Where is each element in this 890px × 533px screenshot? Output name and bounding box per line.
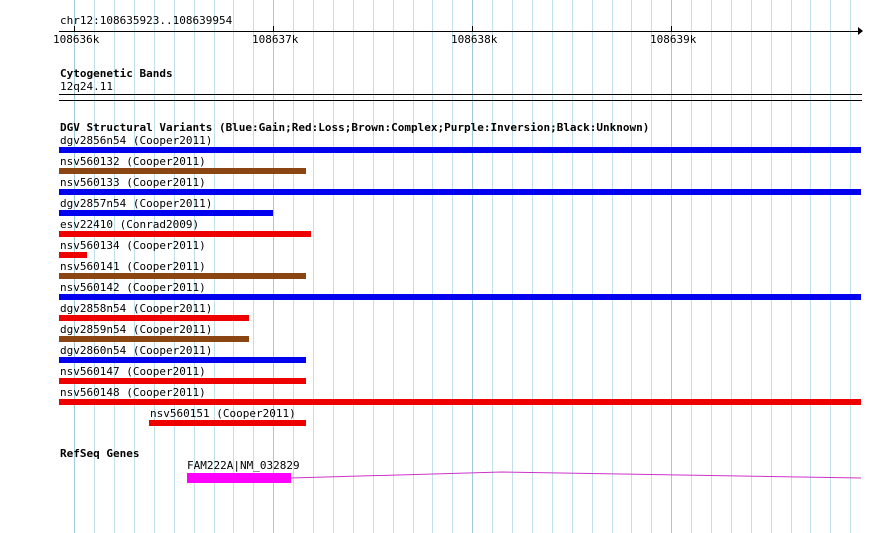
grid-line: [731, 0, 732, 533]
grid-line: [850, 0, 851, 533]
refseq-track-title[interactable]: RefSeq Genes: [60, 448, 139, 460]
grid-line: [413, 0, 414, 533]
grid-line: [373, 0, 374, 533]
grid-line: [492, 0, 493, 533]
variant-label[interactable]: esv22410 (Conrad2009): [60, 219, 199, 231]
dgv-track-title[interactable]: DGV Structural Variants (Blue:Gain;Red:L…: [60, 122, 649, 134]
variant-label[interactable]: dgv2858n54 (Cooper2011): [60, 303, 212, 315]
variant-label[interactable]: nsv560141 (Cooper2011): [60, 261, 206, 273]
gene-intron-line[interactable]: [290, 466, 862, 490]
ruler-tick-label: 108637k: [252, 33, 299, 46]
variant-label[interactable]: nsv560148 (Cooper2011): [60, 387, 206, 399]
grid-line: [512, 0, 513, 533]
variant-bar[interactable]: [59, 399, 861, 405]
grid-line: [452, 0, 453, 533]
grid-line: [353, 0, 354, 533]
variant-bar[interactable]: [59, 378, 306, 384]
grid-line: [612, 0, 613, 533]
variant-bar[interactable]: [59, 357, 306, 363]
variant-bar[interactable]: [59, 273, 306, 279]
variant-label[interactable]: nsv560142 (Cooper2011): [60, 282, 206, 294]
variant-label[interactable]: nsv560133 (Cooper2011): [60, 177, 206, 189]
grid-line: [253, 0, 254, 533]
ruler-tick-label: 108639k: [650, 33, 697, 46]
variant-label[interactable]: dgv2859n54 (Cooper2011): [60, 324, 212, 336]
ruler-tick: [472, 26, 473, 32]
variant-bar[interactable]: [149, 420, 306, 426]
grid-line: [552, 0, 553, 533]
ruler-arrow-icon: [858, 27, 863, 35]
variant-bar[interactable]: [59, 147, 861, 153]
cytoband-line-top: [59, 94, 862, 95]
grid-line: [592, 0, 593, 533]
ruler-tick-label: 108638k: [451, 33, 498, 46]
grid-line: [810, 0, 811, 533]
location-label: chr12:108635923..108639954: [60, 14, 233, 27]
grid-line: [830, 0, 831, 533]
intron-svg: [290, 471, 862, 479]
variant-label[interactable]: nsv560134 (Cooper2011): [60, 240, 206, 252]
grid-line: [671, 0, 672, 533]
grid-line: [631, 0, 632, 533]
variant-bar[interactable]: [59, 231, 311, 237]
grid-line: [432, 0, 433, 533]
grid-line: [711, 0, 712, 533]
grid-line: [751, 0, 752, 533]
grid-line: [333, 0, 334, 533]
genome-browser-view: chr12:108635923..108639954 108636k 108637…: [0, 0, 890, 533]
cytoband-line-bottom: [59, 100, 862, 101]
gene-label[interactable]: FAM222A|NM_032829: [187, 460, 300, 472]
cytobands-track-title[interactable]: Cytogenetic Bands: [60, 68, 173, 80]
variant-label[interactable]: dgv2857n54 (Cooper2011): [60, 198, 212, 210]
grid-line: [313, 0, 314, 533]
variant-bar[interactable]: [59, 294, 861, 300]
grid-line: [651, 0, 652, 533]
variant-label[interactable]: nsv560147 (Cooper2011): [60, 366, 206, 378]
variant-label[interactable]: nsv560132 (Cooper2011): [60, 156, 206, 168]
gene-exon[interactable]: [187, 473, 291, 483]
ruler-tick: [273, 26, 274, 32]
variant-bar[interactable]: [59, 189, 861, 195]
grid-line: [233, 0, 234, 533]
grid-line: [532, 0, 533, 533]
ruler-tick: [671, 26, 672, 32]
variant-bar[interactable]: [59, 168, 306, 174]
variant-bar[interactable]: [59, 210, 273, 216]
grid-line: [293, 0, 294, 533]
grid-line: [691, 0, 692, 533]
ruler-line: [59, 31, 860, 32]
grid-line: [791, 0, 792, 533]
ruler-tick-label: 108636k: [53, 33, 100, 46]
variant-label[interactable]: dgv2860n54 (Cooper2011): [60, 345, 212, 357]
grid-line: [393, 0, 394, 533]
variant-bar[interactable]: [59, 315, 249, 321]
grid-line: [771, 0, 772, 533]
variant-bar[interactable]: [59, 252, 87, 258]
grid-line: [214, 0, 215, 533]
variant-label[interactable]: nsv560151 (Cooper2011): [150, 408, 296, 420]
grid-line: [472, 0, 473, 533]
variant-label[interactable]: dgv2856n54 (Cooper2011): [60, 135, 212, 147]
intron-path: [290, 471, 862, 479]
cytoband-label: 12q24.11: [60, 80, 113, 93]
ruler-tick: [74, 26, 75, 32]
grid-line: [273, 0, 274, 533]
grid-line: [572, 0, 573, 533]
variant-bar[interactable]: [59, 336, 249, 342]
